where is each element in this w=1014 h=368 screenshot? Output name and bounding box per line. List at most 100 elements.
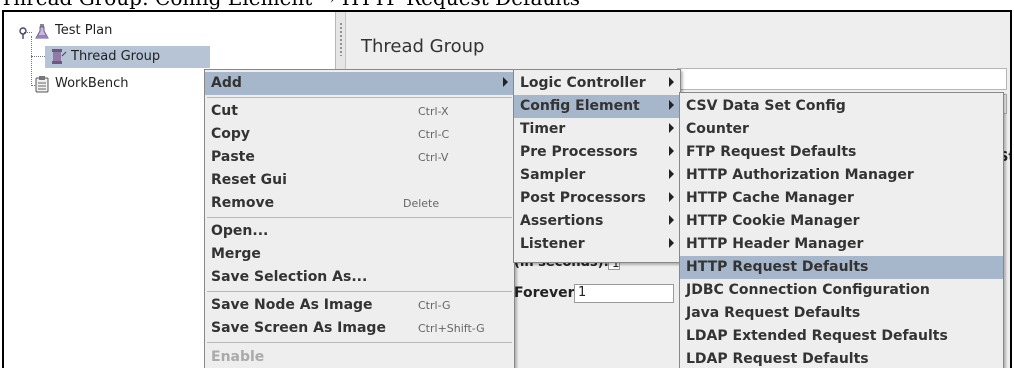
menu-item-reset-gui[interactable]: Reset Gui: [205, 169, 514, 192]
menu-item-merge[interactable]: Merge: [205, 243, 514, 266]
tree-node-workbench[interactable]: WorkBench: [35, 75, 175, 95]
menu-item-remove[interactable]: Remove Delete: [205, 192, 514, 215]
menu-item-label: Cut: [211, 103, 238, 119]
menu-item-label: Timer: [520, 121, 566, 137]
config-element-submenu: CSV Data Set Config Counter FTP Request …: [679, 92, 1004, 368]
menu-item-save-screen-as-image[interactable]: Save Screen As Image Ctrl+Shift-G: [205, 317, 514, 340]
expand-toggle-icon[interactable]: [18, 27, 28, 39]
tree-node-test-plan[interactable]: Test Plan: [35, 23, 155, 41]
submenu-arrow-icon: [669, 123, 674, 133]
shortcut-label: Ctrl-G: [418, 299, 451, 312]
config-item-ftp-request-defaults[interactable]: FTP Request Defaults: [680, 141, 1003, 164]
config-item-http-cache-manager[interactable]: HTTP Cache Manager: [680, 187, 1003, 210]
menu-item-label: Remove: [211, 195, 275, 211]
submenu-item-listener[interactable]: Listener: [514, 233, 680, 256]
menu-item-label: Post Processors: [520, 190, 646, 206]
menu-item-label: CSV Data Set Config: [686, 98, 846, 114]
flask-icon: [35, 24, 49, 39]
tree-connector: [31, 56, 45, 57]
menu-item-label: Config Element: [520, 98, 640, 114]
shortcut-label: Ctrl-C: [418, 128, 450, 141]
menu-item-label: HTTP Request Defaults: [686, 259, 869, 275]
menu-item-label: Copy: [211, 126, 251, 142]
menu-item-save-selection-as[interactable]: Save Selection As...: [205, 266, 514, 289]
tree-node-label: WorkBench: [55, 76, 129, 91]
tree-node-thread-group[interactable]: Thread Group: [45, 46, 210, 68]
menu-item-label: Listener: [520, 236, 585, 252]
menu-item-copy[interactable]: Copy Ctrl-C: [205, 123, 514, 146]
menu-item-label: Paste: [211, 149, 255, 165]
menu-item-cut[interactable]: Cut Ctrl-X: [205, 100, 514, 123]
submenu-item-post-processors[interactable]: Post Processors: [514, 187, 680, 210]
menu-item-add[interactable]: Add: [205, 72, 514, 95]
menu-separator: [207, 97, 512, 98]
splitter-grip: [339, 22, 343, 56]
menu-item-paste[interactable]: Paste Ctrl-V: [205, 146, 514, 169]
menu-separator: [207, 291, 512, 292]
config-item-csv-data-set-config[interactable]: CSV Data Set Config: [680, 95, 1003, 118]
name-field[interactable]: [677, 68, 1007, 90]
submenu-item-pre-processors[interactable]: Pre Processors: [514, 141, 680, 164]
submenu-item-sampler[interactable]: Sampler: [514, 164, 680, 187]
menu-item-label: Reset Gui: [211, 172, 287, 188]
submenu-arrow-icon: [669, 238, 674, 248]
menu-item-label: HTTP Authorization Manager: [686, 167, 914, 183]
shortcut-label: Ctrl+Shift-G: [418, 322, 485, 335]
menu-item-label: Enable: [211, 349, 265, 365]
menu-item-label: HTTP Header Manager: [686, 236, 864, 252]
menu-item-label: Open...: [211, 223, 269, 239]
menu-item-open[interactable]: Open...: [205, 220, 514, 243]
config-item-counter[interactable]: Counter: [680, 118, 1003, 141]
menu-separator: [207, 217, 512, 218]
add-submenu: Logic Controller Config Element Timer Pr…: [513, 69, 681, 263]
caption-strip: Thread Group: Config Element → HTTP Requ…: [0, 0, 1014, 10]
loop-count-input[interactable]: 1: [574, 284, 674, 303]
loop-forever-label: Forever: [514, 285, 575, 301]
shortcut-label: Ctrl-V: [418, 151, 449, 164]
config-item-jdbc-connection-configuration[interactable]: JDBC Connection Configuration: [680, 279, 1003, 302]
menu-item-label: Counter: [686, 121, 749, 137]
tree-node-label: Test Plan: [55, 23, 113, 38]
menu-item-label: Save Screen As Image: [211, 320, 386, 336]
tree-connector: [31, 36, 32, 86]
config-item-http-header-manager[interactable]: HTTP Header Manager: [680, 233, 1003, 256]
submenu-arrow-icon: [669, 169, 674, 179]
submenu-item-timer[interactable]: Timer: [514, 118, 680, 141]
spool-icon: [52, 49, 67, 64]
jmeter-window: Test Plan Thread Group WorkBench Thread …: [2, 10, 1012, 368]
config-item-ldap-extended-request-defaults[interactable]: LDAP Extended Request Defaults: [680, 325, 1003, 348]
menu-item-label: Assertions: [520, 213, 604, 229]
clipboard-icon: [35, 76, 49, 93]
menu-item-enable[interactable]: Enable: [205, 346, 514, 368]
menu-item-label: HTTP Cookie Manager: [686, 213, 860, 229]
menu-separator: [207, 342, 512, 343]
submenu-arrow-icon: [669, 146, 674, 156]
config-item-java-request-defaults[interactable]: Java Request Defaults: [680, 302, 1003, 325]
menu-item-label: LDAP Request Defaults: [686, 351, 869, 367]
shortcut-label: Ctrl-X: [418, 105, 449, 118]
config-item-http-request-defaults[interactable]: HTTP Request Defaults: [680, 256, 1003, 279]
menu-item-label: Java Request Defaults: [686, 305, 861, 321]
submenu-item-logic-controller[interactable]: Logic Controller: [514, 72, 680, 95]
menu-item-label: Logic Controller: [520, 75, 646, 91]
tree-node-label: Thread Group: [71, 49, 161, 64]
menu-item-label: Save Node As Image: [211, 297, 373, 313]
config-item-ldap-request-defaults[interactable]: LDAP Request Defaults: [680, 348, 1003, 368]
submenu-arrow-icon: [503, 77, 508, 87]
menu-item-label: Sampler: [520, 167, 586, 183]
caption-text: Thread Group: Config Element → HTTP Requ…: [0, 0, 580, 10]
menu-item-label: LDAP Extended Request Defaults: [686, 328, 948, 344]
submenu-item-assertions[interactable]: Assertions: [514, 210, 680, 233]
menu-item-save-node-as-image[interactable]: Save Node As Image Ctrl-G: [205, 294, 514, 317]
shortcut-label: Delete: [403, 197, 440, 210]
submenu-item-config-element[interactable]: Config Element: [514, 95, 680, 118]
config-item-http-cookie-manager[interactable]: HTTP Cookie Manager: [680, 210, 1003, 233]
config-item-http-authorization-manager[interactable]: HTTP Authorization Manager: [680, 164, 1003, 187]
submenu-arrow-icon: [669, 215, 674, 225]
menu-item-label: Pre Processors: [520, 144, 638, 160]
submenu-arrow-icon: [669, 192, 674, 202]
menu-item-label: FTP Request Defaults: [686, 144, 857, 160]
submenu-arrow-icon: [669, 100, 674, 110]
menu-item-label: JDBC Connection Configuration: [686, 282, 930, 298]
submenu-arrow-icon: [669, 77, 674, 87]
